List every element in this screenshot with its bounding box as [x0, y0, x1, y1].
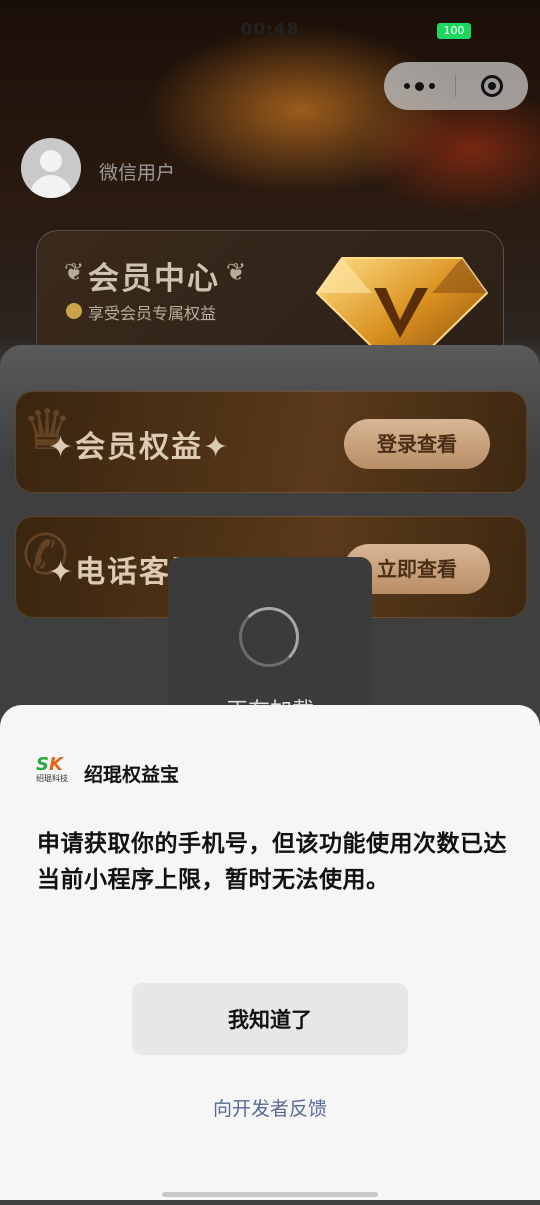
battery-indicator: 100: [437, 23, 471, 39]
login-view-button[interactable]: 登录查看: [344, 419, 490, 469]
acknowledge-button[interactable]: 我知道了: [132, 983, 408, 1055]
avatar[interactable]: [21, 138, 81, 198]
app-name: 绍琨权益宝: [84, 764, 180, 786]
target-close-icon: [480, 75, 503, 97]
member-center-title: 会员中心: [88, 261, 220, 297]
member-benefits-label: ✦会员权益✦: [48, 430, 231, 465]
permission-dialog-sheet: [0, 705, 540, 1200]
coin-icon: [66, 303, 82, 319]
dialog-message: 申请获取你的手机号，但该功能使用次数已达当前小程序上限，暂时无法使用。: [37, 831, 507, 893]
miniprogram-capsule: [384, 62, 528, 110]
loading-spinner-icon: [239, 607, 299, 667]
laurel-left-icon: ❦: [64, 258, 85, 286]
member-center-subtitle: 享受会员专属权益: [88, 304, 217, 323]
home-indicator: [162, 1192, 378, 1197]
member-benefits-card[interactable]: ♛ ✦会员权益✦ 登录查看: [15, 391, 527, 493]
app-logo: SK 绍琨科技: [36, 756, 72, 786]
more-button[interactable]: [384, 62, 455, 110]
app-logo-subtext: 绍琨科技: [36, 774, 68, 783]
feedback-link[interactable]: 向开发者反馈: [0, 1094, 540, 1121]
laurel-right-icon: ❦: [226, 258, 247, 286]
username: 微信用户: [99, 162, 176, 184]
close-miniprogram-button[interactable]: [456, 62, 527, 110]
more-dots-icon: [404, 81, 435, 91]
app-logo-mark: SK: [36, 754, 63, 775]
